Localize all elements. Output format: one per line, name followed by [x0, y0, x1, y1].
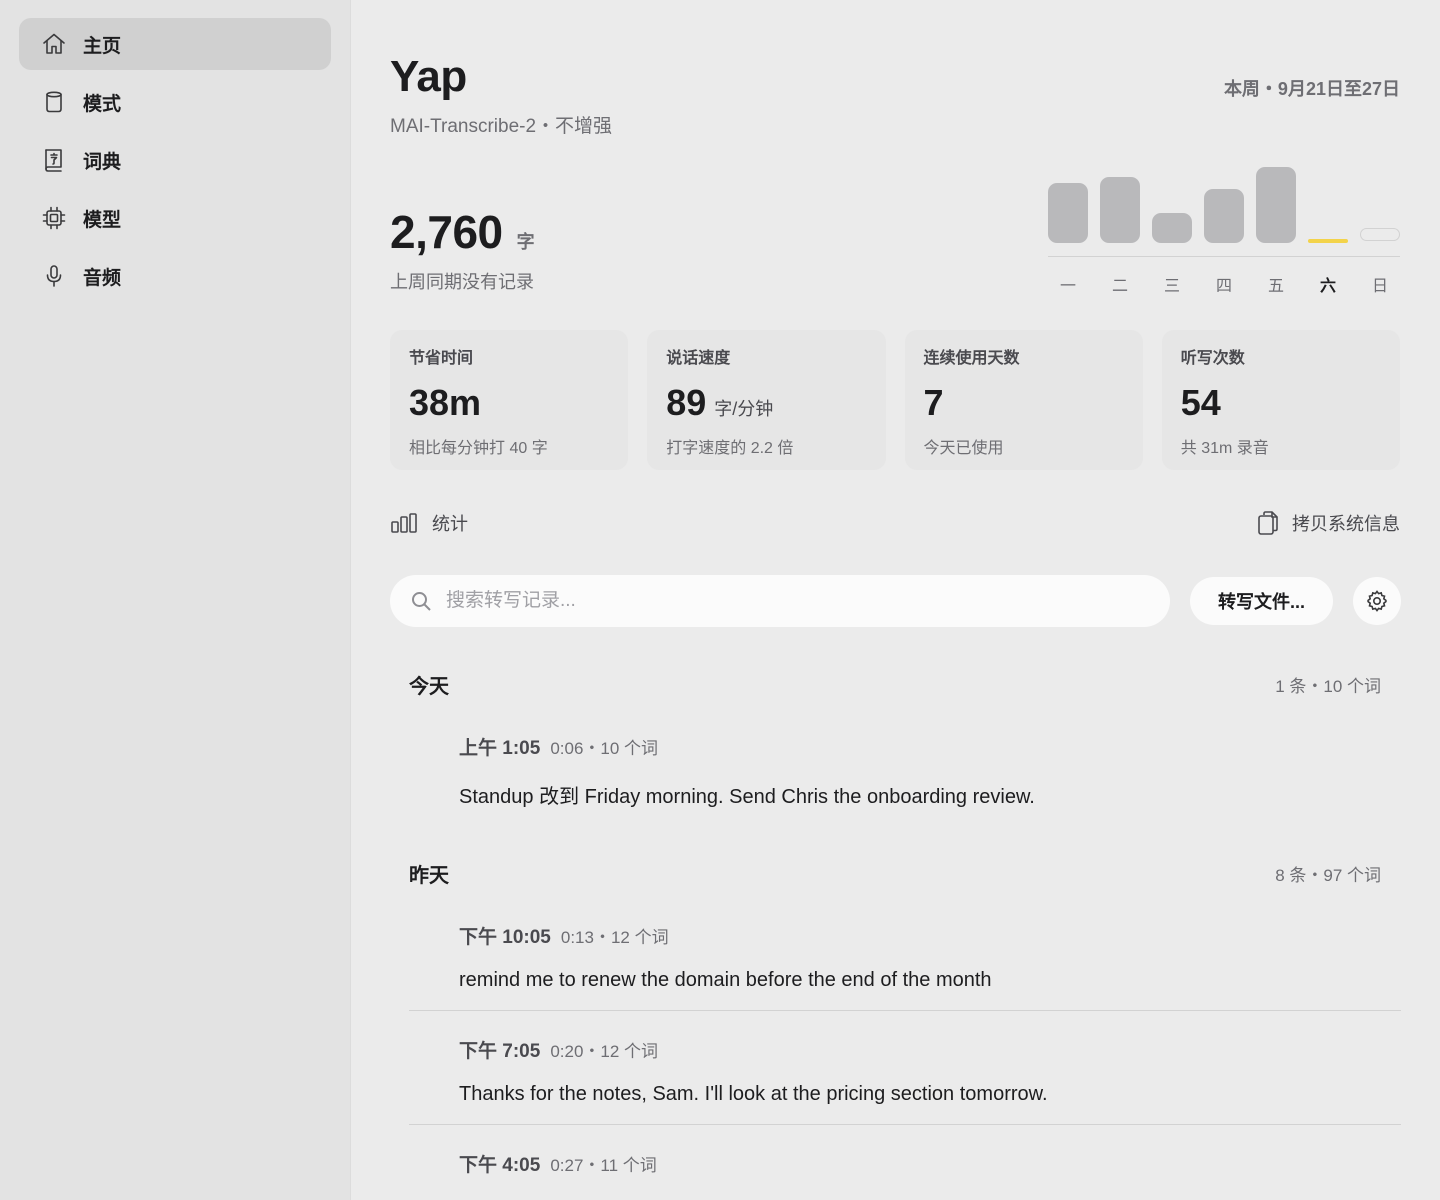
search-input[interactable] [446, 590, 1126, 612]
chart-day-label: 四 [1215, 278, 1232, 295]
chart-bar [1204, 189, 1244, 243]
sidebar-item-label: 模式 [83, 93, 122, 115]
model-subtitle: MAI-Transcribe-2・不增强 [390, 116, 613, 137]
stat-card-time-saved: 节省时间 38m 相比每分钟打 40 字 [390, 330, 629, 470]
stat-label: 连续使用天数 [923, 350, 1020, 367]
chart-bar [1308, 239, 1348, 243]
chart-day-label: 一 [1059, 278, 1076, 295]
stat-value: 38m [409, 382, 482, 423]
chart-day-label: 二 [1111, 278, 1128, 295]
chart-day-label: 五 [1267, 278, 1284, 295]
stat-card-dictation-count: 听写次数 54 共 31m 录音 [1161, 330, 1400, 470]
main-content: Yap MAI-Transcribe-2・不增强 本周・9月21日至27日 2,… [351, 0, 1440, 1200]
sidebar-item-label: 主页 [83, 35, 122, 57]
list-item[interactable]: 上午 1:05 0:06・10 个词 Standup 改到 Friday mor… [409, 733, 1401, 809]
chart-day-label: 六 [1319, 278, 1336, 295]
record-info: 0:20・12 个词 [550, 1042, 659, 1061]
group-meta: 8 条・97 个词 [1275, 866, 1381, 885]
stat-cards: 节省时间 38m 相比每分钟打 40 字 说话速度 89 字/分钟 打字速度的 2… [390, 330, 1400, 470]
stats-label: 统计 [432, 514, 468, 534]
home-icon [41, 31, 67, 57]
record-time: 上午 1:05 [459, 738, 541, 759]
chart-bar [1152, 213, 1192, 243]
record-time: 下午 7:05 [459, 1041, 541, 1062]
stat-label: 说话速度 [666, 350, 731, 367]
week-compare-note: 上周同期没有记录 [390, 272, 534, 292]
search-icon [412, 592, 431, 611]
chip-icon [41, 205, 67, 231]
record-info: 0:13・12 个词 [560, 928, 669, 947]
record-text: Standup 改到 Friday morning. Send Chris th… [459, 786, 1035, 808]
record-info: 0:06・10 个词 [550, 739, 659, 758]
search-bar [390, 575, 1170, 627]
sidebar-item-modes[interactable]: 模式 [19, 76, 331, 128]
chart-bars [1048, 160, 1400, 257]
stat-note: 共 31m 录音 [1180, 440, 1269, 457]
stat-value: 54 [1180, 382, 1221, 423]
stat-note: 今天已使用 [923, 440, 1004, 457]
record-time: 下午 4:05 [459, 1155, 541, 1176]
sidebar-item-models[interactable]: 模型 [19, 192, 331, 244]
page-title: Yap [390, 52, 467, 101]
cylinder-icon [41, 89, 67, 115]
microphone-icon [41, 263, 67, 289]
stat-note: 相比每分钟打 40 字 [409, 440, 548, 457]
record-text: remind me to renew the domain before the… [459, 969, 992, 991]
weekly-activity-chart: 一二三四五六日 [1048, 160, 1400, 295]
bar-chart-icon [391, 513, 417, 533]
stat-card-speaking-speed: 说话速度 89 字/分钟 打字速度的 2.2 倍 [647, 330, 886, 470]
word-count-summary: 2,760 字 [390, 205, 535, 259]
group-title: 昨天 [409, 865, 449, 887]
list-item[interactable]: 下午 4:05 0:27・11 个词 [409, 1150, 1401, 1177]
list-item[interactable]: 下午 7:05 0:20・12 个词 Thanks for the notes,… [409, 1036, 1401, 1106]
sidebar-item-audio[interactable]: 音频 [19, 250, 331, 302]
gear-icon [1367, 590, 1387, 612]
group-title: 今天 [409, 676, 449, 698]
sidebar-item-label: 模型 [83, 209, 122, 231]
divider [409, 1124, 1401, 1125]
stat-unit: 字/分钟 [714, 399, 774, 419]
sidebar: 主页 模式 词典 模型 音频 [0, 0, 351, 1200]
sidebar-item-dictionary[interactable]: 词典 [19, 134, 331, 186]
settings-button[interactable] [1353, 577, 1401, 625]
chart-day-label: 三 [1163, 278, 1180, 295]
chart-bar [1360, 228, 1400, 241]
stat-value: 89 [666, 382, 707, 423]
copy-icon [1258, 511, 1278, 535]
list-item[interactable]: 下午 10:05 0:13・12 个词 remind me to renew t… [409, 922, 1401, 992]
group-header-yesterday: 昨天 8 条・97 个词 [409, 859, 1381, 888]
copy-system-info-button[interactable]: 拷贝系统信息 [1256, 510, 1400, 536]
word-count-unit: 字 [516, 232, 535, 252]
group-meta: 1 条・10 个词 [1275, 677, 1381, 696]
word-count-value: 2,760 [390, 206, 503, 258]
chart-bar [1048, 183, 1088, 243]
divider [409, 1010, 1401, 1011]
dictionary-icon [41, 147, 67, 173]
sidebar-item-label: 音频 [83, 267, 122, 289]
chart-bar [1100, 177, 1140, 243]
stat-label: 听写次数 [1180, 350, 1245, 367]
chart-day-label: 日 [1371, 278, 1388, 295]
stat-label: 节省时间 [409, 350, 474, 367]
record-time: 下午 10:05 [459, 927, 551, 948]
transcribe-file-button[interactable]: 转写文件... [1190, 577, 1333, 625]
stat-card-streak: 连续使用天数 7 今天已使用 [904, 330, 1143, 470]
sidebar-item-home[interactable]: 主页 [19, 18, 331, 70]
stat-value: 7 [923, 382, 944, 423]
sidebar-item-label: 词典 [83, 151, 122, 173]
chart-bar [1256, 167, 1296, 243]
record-info: 0:27・11 个词 [550, 1156, 657, 1175]
stat-note: 打字速度的 2.2 倍 [666, 440, 794, 457]
group-header-today: 今天 1 条・10 个词 [409, 670, 1381, 699]
record-text: Thanks for the notes, Sam. I'll look at … [459, 1083, 1048, 1105]
stats-button[interactable]: 统计 [390, 510, 468, 536]
copy-label: 拷贝系统信息 [1292, 514, 1400, 534]
week-range: 本周・9月21日至27日 [1223, 79, 1400, 99]
